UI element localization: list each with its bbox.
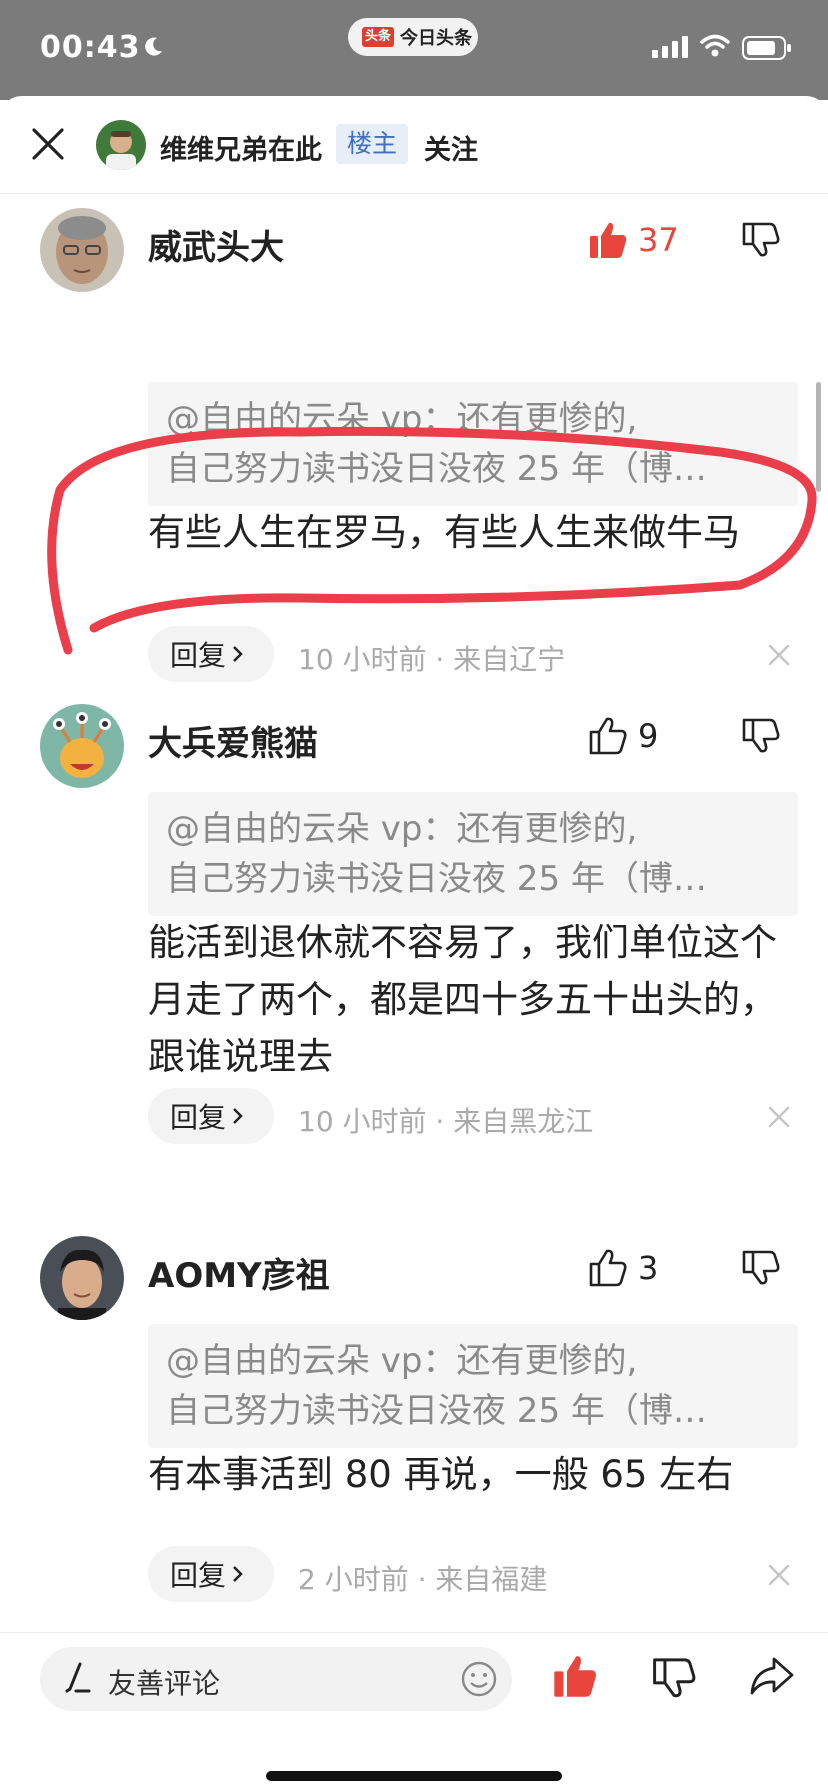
moon-icon (145, 37, 162, 56)
comment-placeholder: 友善评论 (108, 1667, 221, 1700)
wifi-icon (700, 34, 730, 57)
reply-label: 回复 (170, 1101, 227, 1134)
thumbs-down-icon[interactable] (650, 1653, 696, 1699)
like-button[interactable]: 9 (588, 714, 658, 758)
thumbs-down-icon[interactable] (740, 1246, 780, 1286)
comment-text: 有些人生在罗马，有些人生来做牛马 (148, 511, 740, 554)
reply-button[interactable]: 回复 (148, 1088, 274, 1144)
avatar[interactable] (40, 1236, 124, 1320)
app-indicator[interactable]: 头条 今日头条 (348, 18, 478, 56)
comment-text: 能活到退休就不容易了，我们单位这个月走了两个，都是四十多五十出头的，跟谁说理去 (148, 921, 777, 1078)
comment-meta: 2 小时前 · 来自福建 (298, 1563, 548, 1596)
bottom-bar: 友善评论 (0, 1632, 828, 1792)
signal-icon (652, 36, 688, 58)
comment-meta: 10 小时前 · 来自辽宁 (298, 643, 566, 676)
pen-icon (65, 1662, 91, 1693)
follow-button[interactable]: 关注 (424, 128, 478, 167)
like-button[interactable]: 37 (588, 218, 679, 262)
thumbs-up-icon (589, 1249, 627, 1287)
username[interactable]: 大兵爱熊猫 (148, 716, 318, 765)
comment-sheet: 维维兄弟在此 楼主 关注 威武头大 37 @自由的云朵 vp：还有更惨的, 自己… (0, 96, 828, 1792)
chevron-right-icon (233, 1566, 243, 1582)
username[interactable]: AOMY彦祖 (148, 1248, 330, 1297)
share-icon[interactable] (748, 1653, 796, 1699)
reply-button[interactable]: 回复 (148, 626, 274, 682)
quote-line: 自己努力读书没日没夜 25 年（博… (166, 1391, 707, 1431)
thumbs-up-icon (590, 222, 627, 258)
quoted-comment[interactable]: @自由的云朵 vp：还有更惨的, 自己努力读书没日没夜 25 年（博… (148, 1324, 798, 1448)
thumbs-up-icon (589, 717, 627, 755)
host-avatar[interactable] (96, 120, 146, 170)
dismiss-icon[interactable] (766, 642, 792, 668)
like-count: 3 (638, 1249, 659, 1287)
dismiss-icon[interactable] (766, 1104, 792, 1130)
sheet-header: 维维兄弟在此 楼主 关注 (0, 96, 828, 194)
quoted-comment[interactable]: @自由的云朵 vp：还有更惨的, 自己努力读书没日没夜 25 年（博… (148, 792, 798, 916)
emoji-icon[interactable] (460, 1660, 498, 1698)
reply-button[interactable]: 回复 (148, 1546, 274, 1602)
thumbs-up-icon[interactable] (552, 1653, 598, 1699)
reply-label: 回复 (170, 639, 227, 672)
like-count: 37 (638, 221, 679, 259)
chevron-right-icon (233, 646, 243, 662)
status-time: 00:43 (40, 30, 141, 65)
quote-line: 自己努力读书没日没夜 25 年（博… (166, 449, 707, 489)
quote-line: @自由的云朵 vp：还有更惨的, (166, 809, 638, 849)
quote-line: @自由的云朵 vp：还有更惨的, (166, 1341, 638, 1381)
thumbs-down-icon[interactable] (740, 714, 780, 754)
quoted-comment[interactable]: @自由的云朵 vp：还有更惨的, 自己努力读书没日没夜 25 年（博… (148, 382, 798, 506)
host-badge: 楼主 (336, 124, 409, 164)
quote-line: 自己努力读书没日没夜 25 年（博… (166, 859, 707, 899)
comment-input[interactable]: 友善评论 (40, 1647, 512, 1711)
avatar[interactable] (40, 704, 124, 788)
thumbs-down-icon[interactable] (740, 218, 780, 258)
home-indicator[interactable] (266, 1771, 562, 1781)
chevron-right-icon (233, 1108, 243, 1124)
host-name[interactable]: 维维兄弟在此 (160, 128, 322, 167)
scrollbar[interactable] (816, 382, 821, 492)
quote-line: @自由的云朵 vp：还有更惨的, (166, 399, 638, 439)
comment-meta: 10 小时前 · 来自黑龙江 (298, 1105, 594, 1138)
close-icon[interactable] (28, 124, 68, 164)
like-button[interactable]: 3 (588, 1246, 658, 1290)
battery-icon (742, 36, 791, 60)
app-logo: 头条 (362, 27, 395, 47)
app-name: 今日头条 (400, 28, 473, 49)
avatar[interactable] (40, 208, 124, 292)
reply-label: 回复 (170, 1559, 227, 1592)
comment-text: 有本事活到 80 再说，一般 65 左右 (148, 1453, 734, 1496)
status-bar: 00:43 头条 今日头条 (0, 0, 828, 100)
username[interactable]: 威武头大 (148, 220, 284, 269)
dismiss-icon[interactable] (766, 1562, 792, 1588)
like-count: 9 (638, 717, 659, 755)
